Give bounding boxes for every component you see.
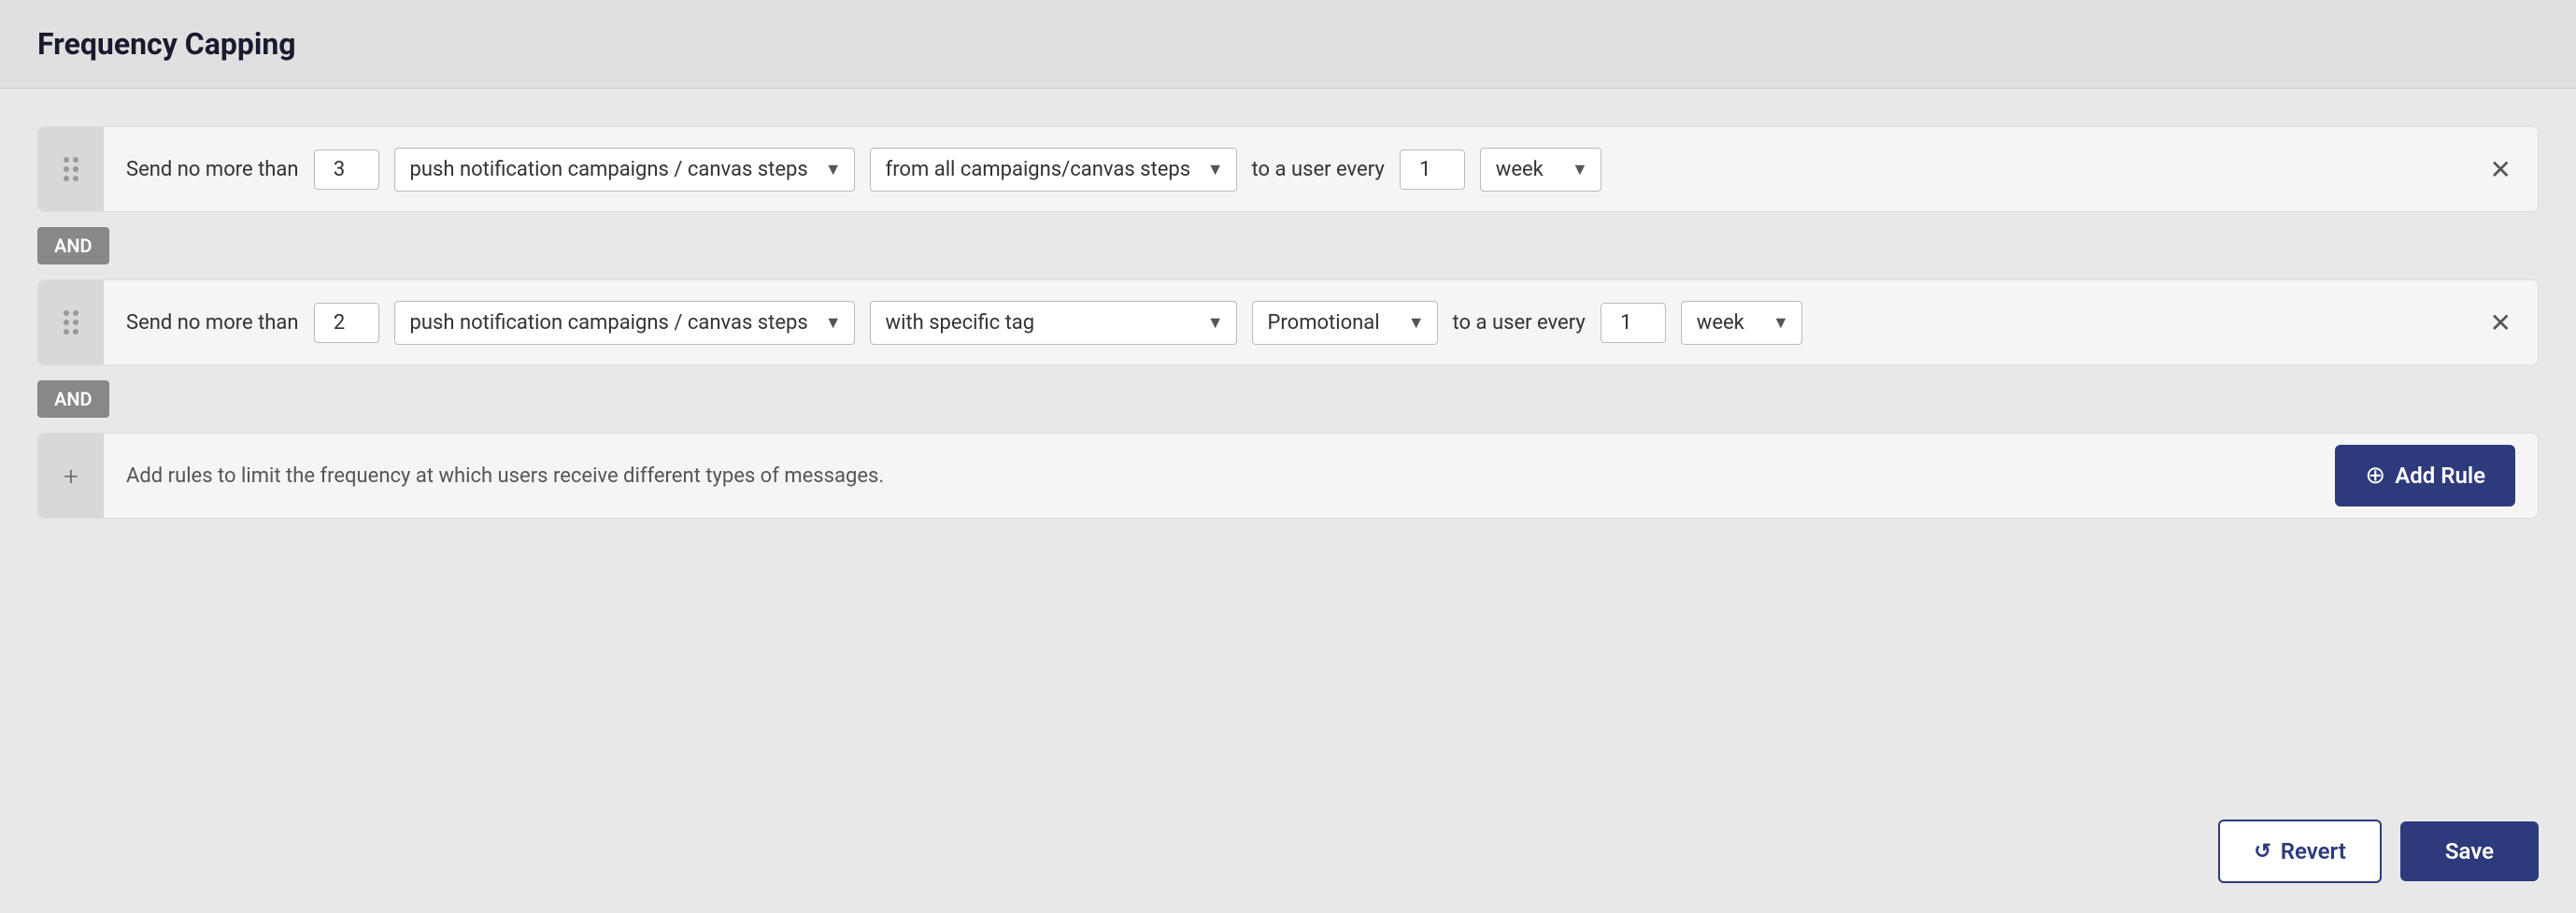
drag-handle-1[interactable] bbox=[38, 127, 104, 211]
rule-1-type-select[interactable]: push notification campaigns / canvas ste… bbox=[394, 148, 855, 192]
rule-1-scope-dropdown-wrapper: from all campaigns/canvas steps with spe… bbox=[870, 148, 1237, 192]
add-rule-button[interactable]: ⊕ Add Rule bbox=[2335, 445, 2515, 506]
plus-icon: + bbox=[64, 461, 78, 492]
rule-2-period-select[interactable]: day week month bbox=[1681, 301, 1802, 345]
drag-handle-2[interactable] bbox=[38, 280, 104, 364]
rule-1-type-dropdown-wrapper: push notification campaigns / canvas ste… bbox=[394, 148, 855, 192]
rule-1-period-dropdown-wrapper: day week month ▼ bbox=[1480, 148, 1601, 192]
rule-1-content: Send no more than push notification camp… bbox=[126, 148, 2471, 192]
revert-label: Revert bbox=[2281, 838, 2346, 864]
rule-2-every-label: to a user every bbox=[1453, 311, 1586, 335]
rule-1-count-input[interactable] bbox=[314, 150, 379, 190]
rule-2-close-button[interactable]: ✕ bbox=[2486, 304, 2515, 342]
rule-2-scope-dropdown-wrapper: from all campaigns/canvas steps with spe… bbox=[870, 301, 1237, 345]
rule-2-tag-dropdown-wrapper: Promotional Transactional Informational … bbox=[1252, 301, 1438, 345]
add-rule-plus-icon: ⊕ bbox=[2365, 462, 2385, 490]
rule-2-count-input[interactable] bbox=[314, 303, 379, 343]
rule-row-1: Send no more than push notification camp… bbox=[37, 126, 2539, 212]
rule-1-every-label: to a user every bbox=[1252, 158, 1385, 181]
rule-2-content: Send no more than push notification camp… bbox=[126, 301, 2471, 345]
save-label: Save bbox=[2445, 838, 2494, 864]
rule-1-scope-select[interactable]: from all campaigns/canvas steps with spe… bbox=[870, 148, 1237, 192]
rule-1-interval-input[interactable] bbox=[1400, 150, 1465, 190]
save-button[interactable]: Save bbox=[2400, 821, 2539, 881]
rule-2-type-select[interactable]: push notification campaigns / canvas ste… bbox=[394, 301, 855, 345]
and-badge-1: AND bbox=[37, 227, 109, 264]
add-rule-row: + Add rules to limit the frequency at wh… bbox=[37, 433, 2539, 519]
rule-1-period-select[interactable]: day week month bbox=[1480, 148, 1601, 192]
page-title: Frequency Capping bbox=[37, 26, 296, 62]
rule-1-send-label: Send no more than bbox=[126, 158, 299, 181]
add-rule-handle: + bbox=[38, 434, 104, 518]
rule-2-period-dropdown-wrapper: day week month ▼ bbox=[1681, 301, 1802, 345]
rule-2-send-label: Send no more than bbox=[126, 311, 299, 335]
rule-row-2: Send no more than push notification camp… bbox=[37, 279, 2539, 365]
add-rule-button-label: Add Rule bbox=[2395, 463, 2485, 489]
rule-2-scope-select[interactable]: from all campaigns/canvas steps with spe… bbox=[870, 301, 1237, 345]
rule-2-type-dropdown-wrapper: push notification campaigns / canvas ste… bbox=[394, 301, 855, 345]
revert-icon: ↺ bbox=[2254, 840, 2270, 863]
rule-2-tag-select[interactable]: Promotional Transactional Informational bbox=[1252, 301, 1438, 345]
revert-button[interactable]: ↺ Revert bbox=[2218, 820, 2382, 883]
page-header: Frequency Capping bbox=[0, 0, 2576, 89]
rule-2-interval-input[interactable] bbox=[1601, 303, 1666, 343]
footer: ↺ Revert Save bbox=[0, 790, 2576, 913]
main-content: Send no more than push notification camp… bbox=[0, 89, 2576, 790]
rule-1-close-button[interactable]: ✕ bbox=[2486, 150, 2515, 189]
add-rule-placeholder-text: Add rules to limit the frequency at whic… bbox=[126, 464, 2335, 488]
and-badge-2: AND bbox=[37, 380, 109, 418]
